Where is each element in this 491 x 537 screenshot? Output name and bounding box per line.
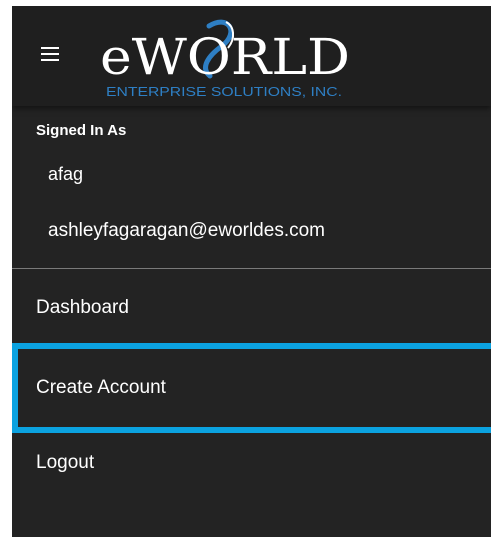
eworld-logo: eWORLD ENTERPRISE SOLUTIONS, INC. (100, 19, 350, 99)
username-text: afag (48, 164, 84, 184)
user-email-text: ashleyfagaragan@eworldes.com (48, 220, 325, 241)
logo-tagline-text: ENTERPRISE SOLUTIONS, INC. (106, 84, 342, 99)
nav-item-dashboard[interactable]: Dashboard (12, 282, 491, 334)
header-bar: eWORLD ENTERPRISE SOLUTIONS, INC. (12, 6, 491, 106)
divider (12, 268, 491, 269)
signed-in-label: Signed In As (36, 122, 127, 139)
side-menu-panel: eWORLD ENTERPRISE SOLUTIONS, INC. Signed… (12, 6, 491, 537)
logo-brand-text: eWORLD (100, 28, 350, 86)
nav-item-create-account[interactable]: Create Account (12, 343, 491, 433)
hamburger-menu-icon[interactable] (41, 47, 59, 61)
nav-item-logout[interactable]: Logout (12, 437, 491, 489)
